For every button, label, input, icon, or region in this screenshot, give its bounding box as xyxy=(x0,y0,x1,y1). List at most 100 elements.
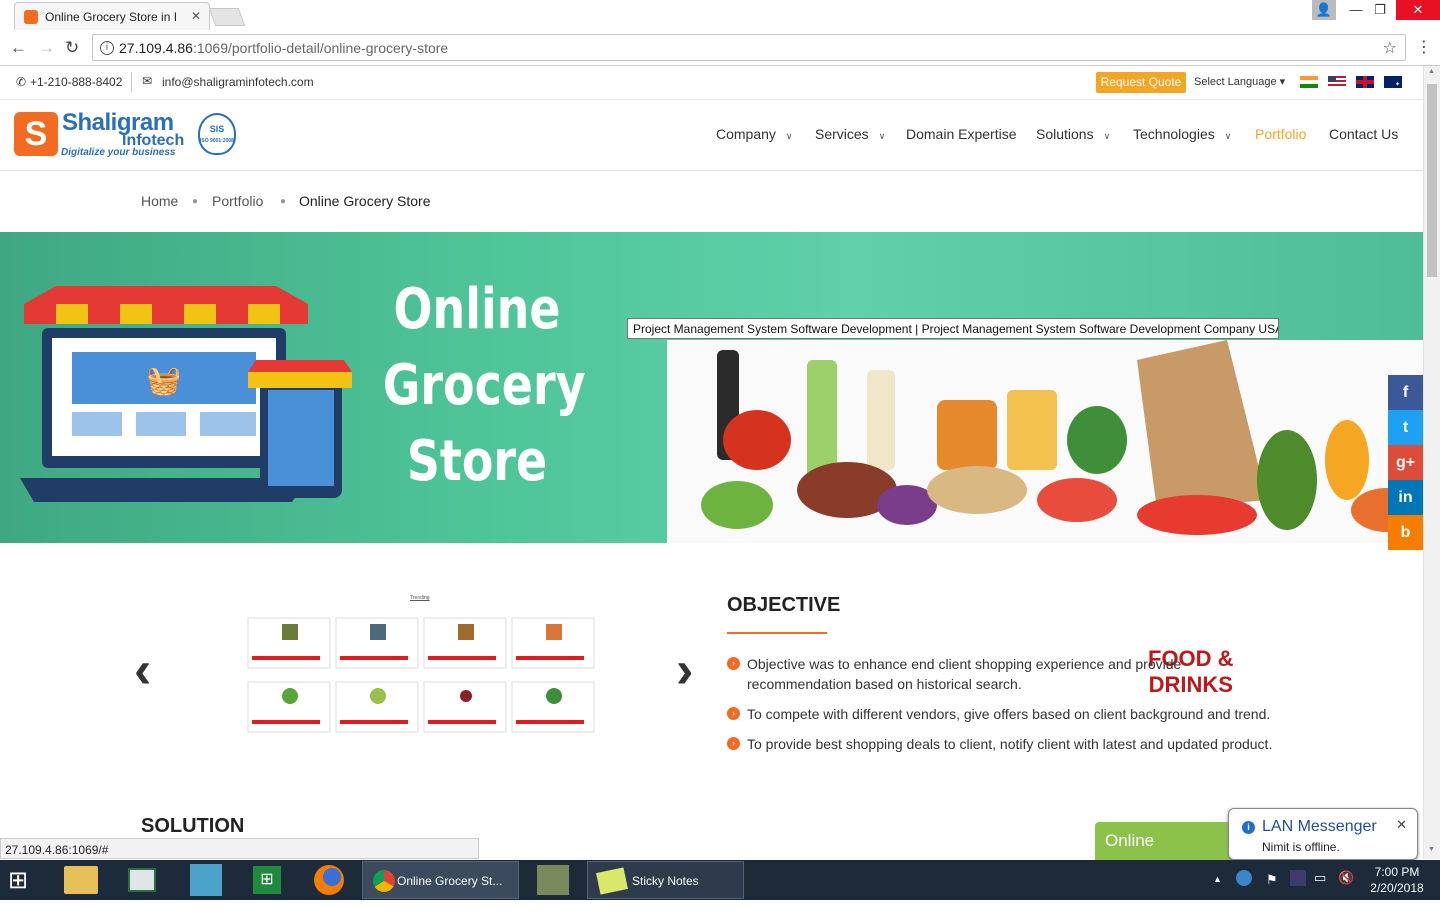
grocery-produce-illustration xyxy=(667,340,1423,543)
taskbar-chrome-window[interactable]: Online Grocery St... xyxy=(362,861,519,899)
objective-point: › Objective was to enhance end client sho… xyxy=(727,654,1287,694)
google-plus-share-button[interactable]: g+ xyxy=(1388,445,1423,480)
chrome-icon xyxy=(373,870,395,892)
tools-app-icon[interactable] xyxy=(537,865,569,895)
chevron-down-icon: ∨ xyxy=(1103,131,1111,141)
uk-flag-icon[interactable] xyxy=(1356,76,1374,88)
nav-services[interactable]: Services ∨ xyxy=(815,126,885,142)
australia-flag-icon[interactable]: ✦ xyxy=(1384,76,1402,88)
gallery-next-arrow[interactable]: › xyxy=(676,644,693,696)
india-flag-icon[interactable] xyxy=(1300,76,1318,88)
objective-heading: OBJECTIVE xyxy=(727,594,841,616)
address-bar-row: ← → ↻ i 27.109.4.86:1069/portfolio-detai… xyxy=(0,30,1440,66)
volume-muted-icon[interactable]: 🔇 xyxy=(1338,870,1354,910)
breadcrumb-home[interactable]: Home xyxy=(141,193,178,209)
page-scrollbar[interactable]: ▲ ▼ xyxy=(1423,66,1440,859)
nav-company[interactable]: Company ∨ xyxy=(716,126,793,142)
browser-tab-active[interactable]: Online Grocery Store in I ✕ xyxy=(14,2,210,30)
browser-tab-bar: Online Grocery Store in I ✕ 👤 — ❐ ✕ xyxy=(0,0,1440,30)
reload-icon[interactable]: ↻ xyxy=(65,38,79,58)
solution-heading: SOLUTION xyxy=(141,815,245,837)
network-tray-icon[interactable] xyxy=(1236,870,1252,886)
taskbar-chrome-label: Online Grocery St... xyxy=(397,874,503,888)
site-favicon-icon xyxy=(24,10,38,24)
objective-point-text: To provide best shopping deals to client… xyxy=(747,736,1273,752)
company-logo[interactable]: S Shaligram Infotech Digitalize your bus… xyxy=(14,109,184,160)
objective-point-text: To compete with different vendors, give … xyxy=(747,706,1271,722)
bookmark-star-icon[interactable]: ☆ xyxy=(1383,38,1397,58)
user-profile-icon[interactable]: 👤 xyxy=(1312,0,1336,20)
linkedin-share-button[interactable]: in xyxy=(1388,480,1423,515)
nav-portfolio[interactable]: Portfolio xyxy=(1255,126,1306,142)
nav-contact-us[interactable]: Contact Us xyxy=(1329,126,1398,142)
forward-icon[interactable]: → xyxy=(38,38,55,58)
email-icon: ✉ xyxy=(142,74,153,88)
usa-flag-icon[interactable] xyxy=(1328,76,1346,88)
objective-point: › To provide best shopping deals to clien… xyxy=(727,734,1327,754)
nav-contact-us-label: Contact Us xyxy=(1329,126,1399,142)
nav-solutions[interactable]: Solutions ∨ xyxy=(1036,126,1110,142)
browser-menu-icon[interactable]: ⋮ xyxy=(1416,37,1432,57)
firefox-icon[interactable] xyxy=(314,865,344,895)
divider xyxy=(131,72,132,92)
bullet-chevron-icon: › xyxy=(727,707,740,720)
site-info-icon[interactable]: i xyxy=(100,41,114,55)
display-tray-icon[interactable]: ▭ xyxy=(1314,870,1326,910)
blogger-icon: b xyxy=(1400,524,1411,541)
file-explorer-icon[interactable] xyxy=(64,866,98,894)
lan-messenger-notification[interactable]: i LAN Messenger Nimit is offline. ✕ xyxy=(1228,808,1418,860)
clock-time: 7:00 PM xyxy=(1374,865,1420,879)
phone-number[interactable]: +1-210-888-8402 xyxy=(30,75,122,89)
facebook-share-button[interactable]: f xyxy=(1388,375,1423,410)
nav-domain-expertise[interactable]: Domain Expertise xyxy=(906,126,1017,142)
nav-company-label: Company xyxy=(716,126,776,142)
blogger-share-button[interactable]: b xyxy=(1388,515,1423,550)
scroll-down-icon[interactable]: ▼ xyxy=(1428,846,1435,853)
tab-close-icon[interactable]: ✕ xyxy=(191,9,201,23)
breadcrumb-separator: ● xyxy=(280,196,287,207)
breadcrumb-portfolio[interactable]: Portfolio xyxy=(212,193,263,209)
sticky-notes-icon xyxy=(596,867,628,895)
minimize-button[interactable]: — xyxy=(1344,0,1368,20)
nav-solutions-label: Solutions xyxy=(1036,126,1094,142)
scroll-up-icon[interactable]: ▲ xyxy=(1428,68,1435,75)
notification-close-icon[interactable]: ✕ xyxy=(1396,817,1407,833)
notification-title: LAN Messenger xyxy=(1262,818,1377,835)
logo-tagline: Digitalize your business xyxy=(61,147,176,158)
live-chat-widget[interactable]: Online xyxy=(1095,822,1245,860)
heading-underline xyxy=(727,632,827,634)
image-tooltip: Project Management System Software Devel… xyxy=(627,318,1279,339)
window-close-button[interactable]: ✕ xyxy=(1396,0,1440,20)
app-screenshot-image xyxy=(247,617,595,733)
windows-start-icon[interactable]: ⊞ xyxy=(8,866,38,906)
nav-domain-expertise-label: Domain Expertise xyxy=(906,126,1017,142)
url-input[interactable]: i 27.109.4.86:1069/portfolio-detail/onli… xyxy=(92,34,1406,61)
app-icon[interactable] xyxy=(128,868,156,892)
breadcrumb-separator: ● xyxy=(192,196,199,207)
breadcrumb-current: Online Grocery Store xyxy=(299,193,431,209)
flag-tray-icon[interactable]: ⚑ xyxy=(1266,872,1278,912)
carousel-trending-label: Trending xyxy=(410,595,430,601)
twitter-share-button[interactable]: t xyxy=(1388,410,1423,445)
nav-technologies[interactable]: Technologies ∨ xyxy=(1133,126,1231,142)
store-icon[interactable]: ⊞ xyxy=(253,866,281,894)
iso-certification-badge: SIS ISO 9001:2008 xyxy=(198,113,236,155)
back-icon[interactable]: ← xyxy=(10,38,27,58)
language-select[interactable]: Select Language ▾ xyxy=(1194,75,1285,88)
objective-point: › To compete with different vendors, give… xyxy=(727,704,1327,724)
new-tab-button[interactable] xyxy=(208,8,246,26)
email-link[interactable]: info@shaligraminfotech.com xyxy=(162,75,314,89)
gallery-prev-arrow[interactable]: ‹ xyxy=(134,644,151,696)
breadcrumb: Home ● Portfolio ● Online Grocery Store xyxy=(0,170,1423,232)
url-path: :1069/portfolio-detail/online-grocery-st… xyxy=(192,40,449,56)
tray-expand-icon[interactable]: ▲ xyxy=(1213,874,1222,914)
building-app-icon[interactable] xyxy=(190,864,222,896)
restore-button[interactable]: ❐ xyxy=(1368,0,1392,20)
system-clock[interactable]: 7:00 PM 2/20/2018 xyxy=(1362,864,1432,896)
request-quote-button[interactable]: Request Quote xyxy=(1096,72,1186,93)
phone-icon: ✆ xyxy=(16,75,27,89)
scrollbar-thumb[interactable] xyxy=(1427,84,1437,277)
language-tray-icon[interactable] xyxy=(1290,870,1306,886)
banner-title-line2: Grocery xyxy=(382,353,586,418)
taskbar-sticky-notes-window[interactable]: Sticky Notes xyxy=(587,861,744,899)
